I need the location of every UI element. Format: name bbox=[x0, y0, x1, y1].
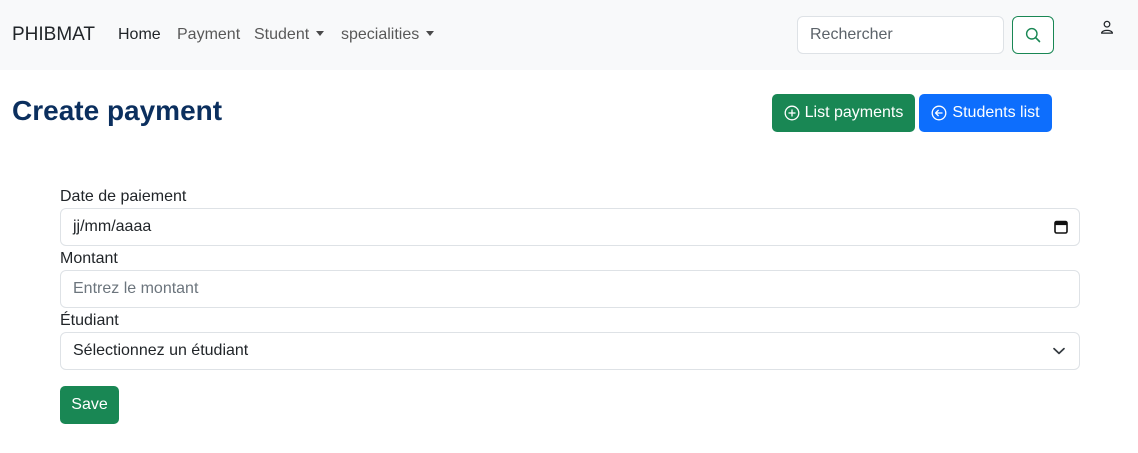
amount-label: Montant bbox=[60, 250, 118, 267]
nav-dropdown-specialities[interactable]: specialities bbox=[341, 26, 435, 44]
save-button[interactable]: Save bbox=[60, 386, 119, 424]
nav-link-payment[interactable]: Payment bbox=[177, 26, 240, 44]
person-icon bbox=[1100, 20, 1114, 34]
date-input[interactable]: jj/mm/aaaa bbox=[60, 208, 1080, 246]
nav-dropdown-specialities-label: specialities bbox=[341, 26, 420, 43]
list-payments-label: List payments bbox=[804, 104, 904, 121]
search-icon bbox=[1025, 27, 1041, 43]
user-menu-button[interactable] bbox=[1099, 19, 1115, 35]
chevron-down-icon bbox=[1053, 347, 1065, 355]
page-title: Create payment bbox=[12, 95, 223, 126]
nav-dropdown-student-label: Student bbox=[254, 26, 310, 43]
caret-down-icon bbox=[426, 31, 435, 36]
amount-input[interactable] bbox=[60, 270, 1080, 308]
calendar-icon[interactable] bbox=[1053, 219, 1069, 235]
caret-down-icon bbox=[316, 31, 325, 36]
list-payments-button[interactable]: List payments bbox=[772, 94, 915, 132]
brand-logo[interactable]: PHIBMAT bbox=[12, 24, 95, 46]
nav-link-home[interactable]: Home bbox=[118, 26, 161, 44]
students-list-button[interactable]: Students list bbox=[919, 94, 1052, 132]
navbar: PHIBMAT Home Payment Student specialitie… bbox=[0, 0, 1138, 70]
student-select-value: Sélectionnez un étudiant bbox=[73, 342, 249, 359]
date-input-value: jj/mm/aaaa bbox=[73, 218, 152, 235]
student-label: Étudiant bbox=[60, 312, 119, 329]
plus-circle-icon bbox=[784, 105, 800, 121]
search-input[interactable] bbox=[797, 16, 1004, 54]
search-button[interactable] bbox=[1012, 16, 1054, 54]
student-select[interactable]: Sélectionnez un étudiant bbox=[60, 332, 1080, 370]
date-label: Date de paiement bbox=[60, 188, 187, 205]
nav-dropdown-student[interactable]: Student bbox=[254, 26, 325, 44]
students-list-label: Students list bbox=[952, 104, 1040, 121]
arrow-left-circle-icon bbox=[931, 105, 947, 121]
